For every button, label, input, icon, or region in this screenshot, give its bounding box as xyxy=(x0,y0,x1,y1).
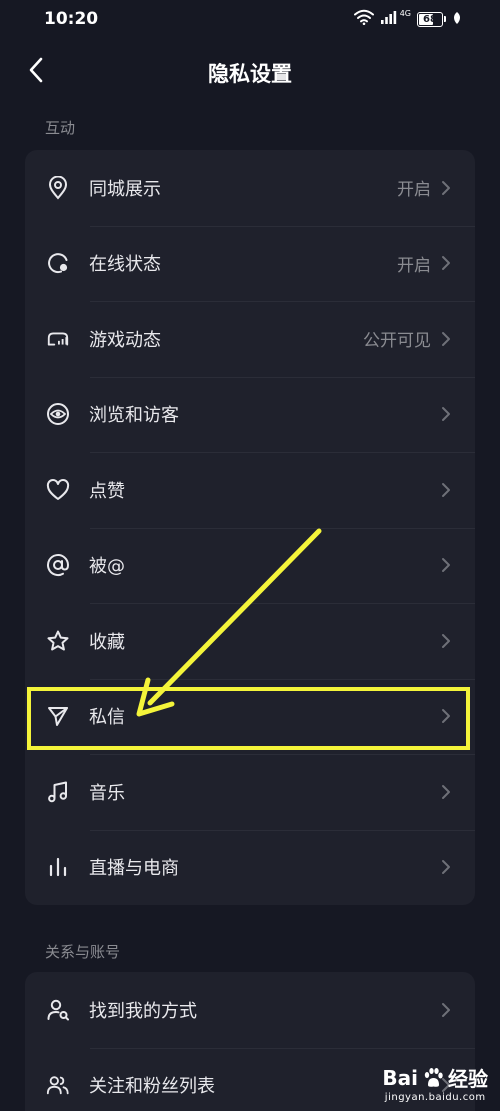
network-type-label: 4G xyxy=(399,8,411,18)
status-bar: 10:20 4G 68 xyxy=(0,0,500,40)
screen: 10:20 4G 68 隐私设置 互动 同城展示 开启 在线状态 开启 游戏动态… xyxy=(0,0,500,1111)
relations-account-card: 找到我的方式 关注和粉丝列表 xyxy=(25,972,475,1111)
chevron-right-icon xyxy=(442,1002,450,1017)
setting-row-views-visitors[interactable]: 浏览和访客 xyxy=(25,376,475,453)
setting-value: 开启 xyxy=(397,255,431,276)
setting-row-follow-lists[interactable]: 关注和粉丝列表 xyxy=(25,1047,475,1111)
send-icon xyxy=(46,704,70,728)
chevron-right-icon xyxy=(442,709,450,724)
game-controller-icon xyxy=(46,327,70,351)
setting-label: 直播与电商 xyxy=(89,858,179,880)
chevron-right-icon xyxy=(442,256,450,271)
setting-label: 音乐 xyxy=(89,782,125,804)
setting-row-online-status[interactable]: 在线状态 开启 xyxy=(25,225,475,302)
eye-icon xyxy=(46,402,70,426)
battery-level-text: 68 xyxy=(423,13,437,25)
setting-label: 浏览和访客 xyxy=(89,405,179,427)
section-title-interaction: 互动 xyxy=(45,119,76,137)
setting-label: 游戏动态 xyxy=(89,329,161,351)
battery-tip xyxy=(444,16,446,22)
battery-icon: 68 xyxy=(417,11,443,27)
chevron-right-icon xyxy=(442,1078,450,1093)
interaction-settings-card: 同城展示 开启 在线状态 开启 游戏动态 公开可见 浏览和访客 点赞 被@ 收藏… xyxy=(25,150,475,905)
setting-label: 点赞 xyxy=(89,480,125,502)
setting-row-find-me[interactable]: 找到我的方式 xyxy=(25,972,475,1048)
setting-row-mentions[interactable]: 被@ xyxy=(25,527,475,604)
heart-icon xyxy=(46,478,70,502)
chevron-right-icon xyxy=(442,558,450,573)
chevron-right-icon xyxy=(442,633,450,648)
chevron-right-icon xyxy=(442,784,450,799)
setting-row-local-display[interactable]: 同城展示 开启 xyxy=(25,150,475,226)
location-pin-icon xyxy=(46,175,70,200)
online-status-icon xyxy=(46,251,70,275)
chevron-right-icon xyxy=(442,331,450,346)
leaf-icon xyxy=(452,10,462,29)
setting-label: 收藏 xyxy=(89,631,125,653)
music-note-icon xyxy=(46,780,70,804)
wifi-icon xyxy=(353,9,374,29)
status-time: 10:20 xyxy=(44,9,99,29)
page-title: 隐私设置 xyxy=(208,62,292,86)
setting-label: 私信 xyxy=(89,707,125,729)
section-title-relations-account: 关系与账号 xyxy=(45,943,121,961)
setting-label: 在线状态 xyxy=(89,254,161,276)
setting-label: 找到我的方式 xyxy=(89,1000,197,1022)
chevron-right-icon xyxy=(442,180,450,195)
followers-icon xyxy=(46,1073,70,1097)
setting-label: 关注和粉丝列表 xyxy=(89,1076,215,1098)
setting-label: 同城展示 xyxy=(89,178,161,200)
setting-row-direct-messages[interactable]: 私信 xyxy=(25,678,475,755)
setting-row-game-activity[interactable]: 游戏动态 公开可见 xyxy=(25,301,475,377)
status-icons: 4G 68 xyxy=(353,8,462,29)
setting-label: 被@ xyxy=(89,556,125,578)
nav-bar: 隐私设置 xyxy=(0,40,500,106)
setting-row-live-ecommerce[interactable]: 直播与电商 xyxy=(25,829,475,906)
setting-row-favorites[interactable]: 收藏 xyxy=(25,603,475,679)
setting-row-music[interactable]: 音乐 xyxy=(25,754,475,830)
setting-row-likes[interactable]: 点赞 xyxy=(25,452,475,528)
chevron-right-icon xyxy=(442,407,450,422)
find-user-icon xyxy=(46,998,70,1022)
setting-value: 开启 xyxy=(397,180,431,201)
cellular-signal-icon xyxy=(380,10,398,29)
chevron-right-icon xyxy=(442,482,450,497)
setting-value: 公开可见 xyxy=(363,331,431,352)
chevron-right-icon xyxy=(442,860,450,875)
star-icon xyxy=(46,629,70,653)
live-bars-icon xyxy=(46,855,70,879)
at-sign-icon xyxy=(46,553,70,577)
